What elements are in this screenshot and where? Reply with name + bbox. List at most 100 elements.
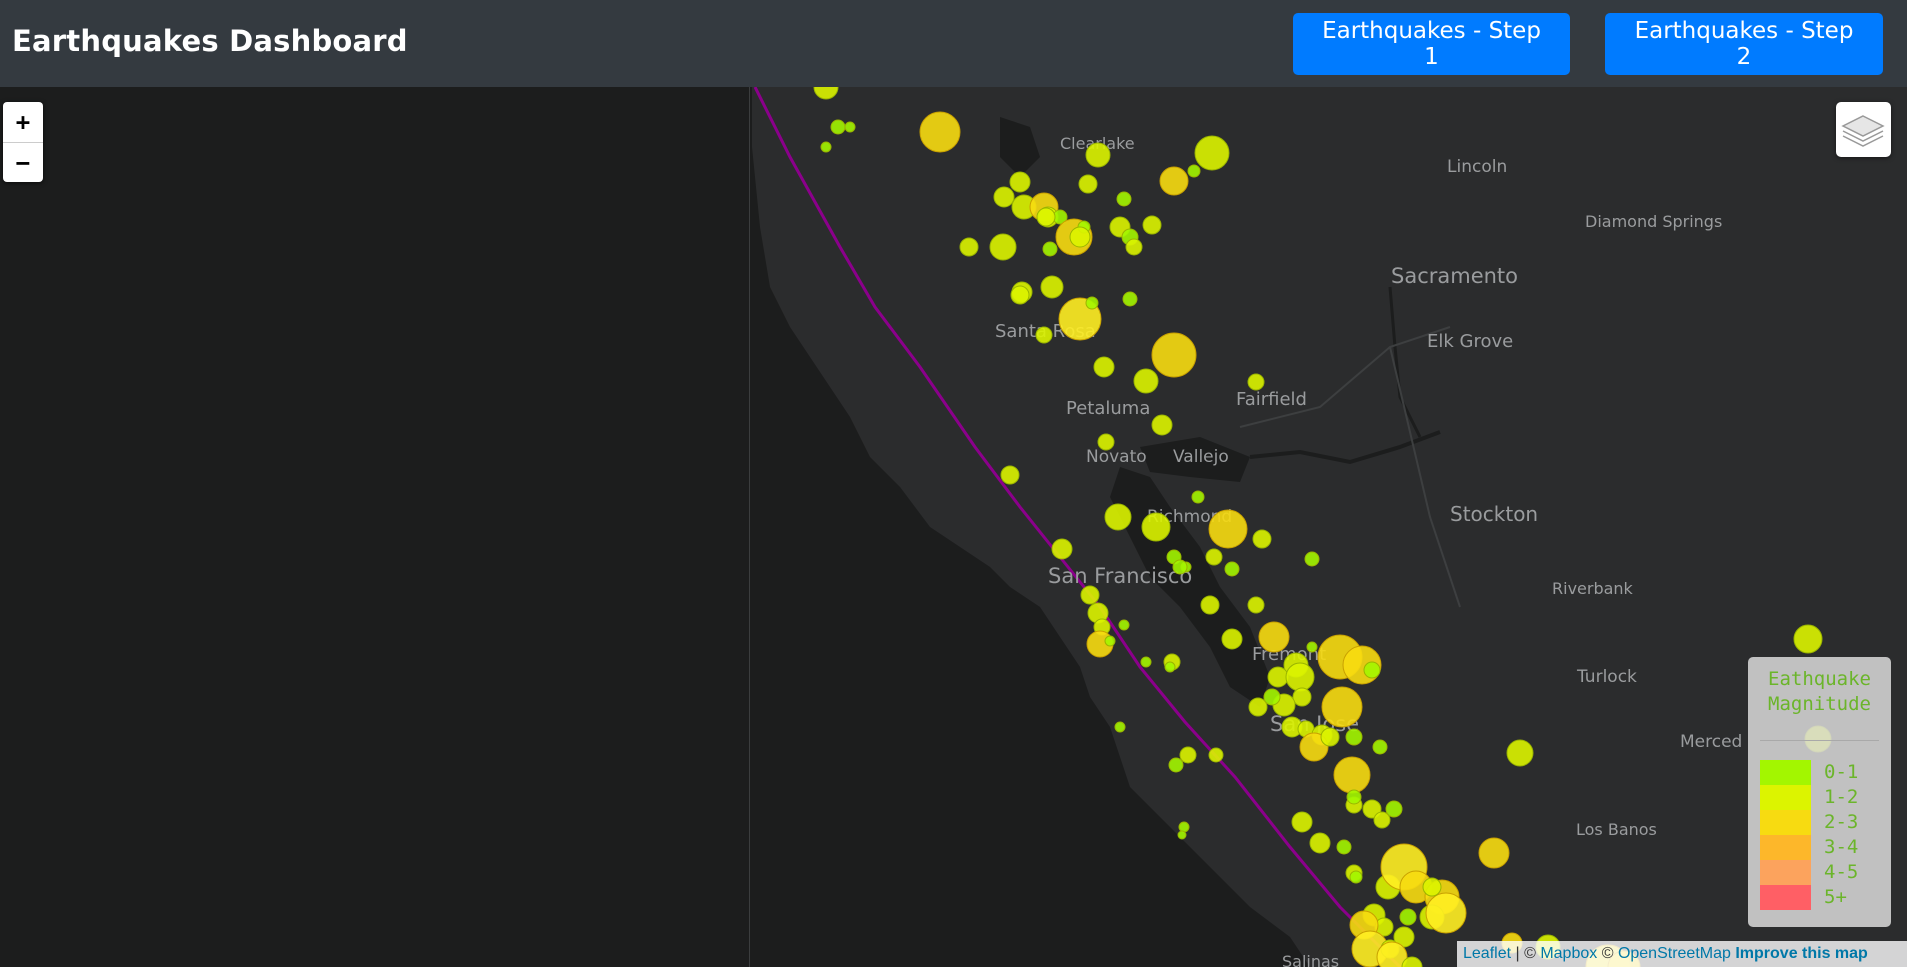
earthquake-marker[interactable] [1116,191,1132,207]
city-label: Turlock [1576,667,1637,687]
city-label: Sacramento [1391,264,1518,288]
city-label: Vallejo [1173,447,1229,467]
earthquake-marker[interactable] [1336,839,1352,855]
earthquake-marker[interactable] [1346,789,1362,805]
earthquake-marker[interactable] [1159,166,1189,196]
earthquake-marker[interactable] [1309,832,1331,854]
earthquake-marker[interactable] [1208,509,1248,549]
earthquake-marker[interactable] [1224,561,1240,577]
earthquake-marker[interactable] [1248,697,1268,717]
earthquake-marker[interactable] [1345,728,1363,746]
earthquake-marker[interactable] [1200,595,1220,615]
earthquake-marker[interactable] [1187,164,1201,178]
earthquake-marker[interactable] [1349,870,1363,884]
earthquake-marker[interactable] [1320,727,1340,747]
improve-map-link[interactable]: Improve this map [1735,945,1867,962]
earthquake-marker[interactable] [1009,171,1031,193]
earthquake-marker[interactable] [1291,811,1313,833]
earthquake-marker[interactable] [1051,538,1073,560]
earthquake-marker[interactable] [1221,628,1243,650]
earthquake-marker[interactable] [1399,908,1417,926]
earthquake-marker[interactable] [1122,291,1138,307]
earthquake-marker[interactable] [1205,548,1223,566]
earthquake-marker[interactable] [1104,503,1132,531]
earthquake-marker[interactable] [830,119,846,135]
earthquake-marker[interactable] [1104,635,1116,647]
earthquake-marker[interactable] [1292,687,1312,707]
earthquake-marker[interactable] [1069,226,1091,248]
city-label: Riverbank [1552,579,1634,598]
earthquake-marker[interactable] [1040,275,1064,299]
earthquake-marker[interactable] [1151,332,1197,378]
earthquake-marker[interactable] [1258,621,1290,653]
earthquake-marker[interactable] [844,121,856,133]
earthquake-marker[interactable] [1306,641,1318,653]
earthquake-marker[interactable] [959,237,979,257]
legend-item: 5+ [1760,885,1880,910]
earthquake-marker[interactable] [1208,747,1224,763]
earthquake-marker[interactable] [1179,746,1197,764]
earthquake-marker[interactable] [1267,666,1289,688]
earthquake-marker[interactable] [1385,800,1403,818]
earthquake-marker[interactable] [1085,296,1099,310]
legend-item: 2-3 [1760,810,1880,835]
earthquakes-step2-button[interactable]: Earthquakes - Step 2 [1605,13,1883,75]
earthquake-marker[interactable] [1194,135,1230,171]
earthquake-marker[interactable] [1085,142,1111,168]
earthquake-marker[interactable] [1178,821,1190,833]
earthquake-marker[interactable] [1177,830,1187,840]
earthquakes-step1-button[interactable]: Earthquakes - Step 1 [1293,13,1570,75]
earthquake-marker[interactable] [1363,661,1381,679]
earthquake-marker[interactable] [1078,174,1098,194]
earthquake-marker[interactable] [1141,512,1171,542]
earthquake-marker[interactable] [1118,619,1130,631]
earthquake-marker[interactable] [1168,757,1184,773]
earthquake-marker[interactable] [1247,373,1265,391]
leaflet-link[interactable]: Leaflet [1463,945,1511,962]
earthquake-marker[interactable] [1304,551,1320,567]
earthquake-marker[interactable] [1793,624,1823,654]
earthquake-marker[interactable] [1425,892,1467,934]
earthquake-marker[interactable] [993,186,1015,208]
earthquake-marker[interactable] [919,111,961,153]
earthquake-marker[interactable] [1372,739,1388,755]
attribution-sep: © [1597,945,1618,962]
earthquake-marker[interactable] [1080,585,1100,605]
legend-item: 0-1 [1760,760,1880,785]
earthquake-marker[interactable] [1247,596,1265,614]
earthquake-marker[interactable] [1172,559,1188,575]
earthquake-marker[interactable] [1114,721,1126,733]
earthquake-marker[interactable] [1140,656,1152,668]
earthquake-marker[interactable] [1042,241,1058,257]
earthquake-marker[interactable] [1000,465,1020,485]
earthquake-marker[interactable] [1252,529,1272,549]
city-label: Fairfield [1236,389,1307,410]
earthquake-marker[interactable] [1010,285,1030,305]
earthquake-marker[interactable] [1191,490,1205,504]
earthquake-map[interactable]: ClearlakeLincolnDiamond SpringsSacrament… [0,87,1907,967]
earthquake-marker[interactable] [820,141,832,153]
earthquake-marker[interactable] [1125,238,1143,256]
earthquake-marker[interactable] [1321,686,1363,728]
earthquake-marker[interactable] [1478,837,1510,869]
earthquake-marker[interactable] [1151,414,1173,436]
earthquake-marker[interactable] [1093,356,1115,378]
earthquake-marker[interactable] [1142,215,1162,235]
earthquake-marker[interactable] [1422,877,1442,897]
earthquake-marker[interactable] [1285,662,1315,692]
earthquake-marker[interactable] [1333,756,1371,794]
earthquake-marker[interactable] [1097,433,1115,451]
layer-control-button[interactable] [1836,102,1891,157]
osm-link[interactable]: OpenStreetMap [1618,945,1731,962]
earthquake-marker[interactable] [1506,739,1534,767]
zoom-out-button[interactable]: − [3,143,43,183]
earthquake-marker[interactable] [1133,368,1159,394]
zoom-in-button[interactable]: + [3,102,43,142]
earthquake-marker[interactable] [989,233,1017,261]
layers-icon [1841,115,1885,147]
mapbox-link[interactable]: Mapbox [1540,945,1597,962]
earthquake-marker[interactable] [1035,326,1053,344]
earthquake-marker[interactable] [1164,661,1176,673]
city-label: Merced [1680,732,1742,752]
earthquake-marker[interactable] [1036,207,1056,227]
